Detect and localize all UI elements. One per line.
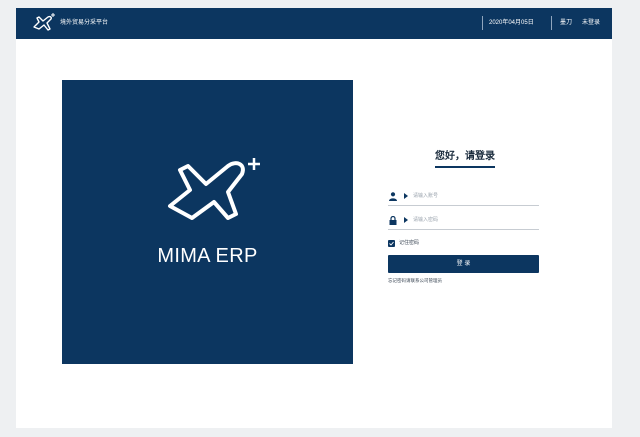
caret-right-icon: [404, 193, 408, 199]
airplane-logo-icon: [33, 13, 55, 31]
login-status-link[interactable]: 未登录: [582, 18, 600, 29]
password-field[interactable]: 请输入密码: [388, 213, 539, 230]
forgot-password-text: 忘记密码请联系公司管理员: [388, 278, 442, 283]
current-date: 2020年04月05日: [489, 20, 534, 26]
brand-panel: MIMA ERP: [62, 80, 353, 364]
divider: [551, 16, 552, 30]
divider: [482, 16, 483, 30]
account-input[interactable]: 请输入账号: [413, 192, 438, 201]
remember-checkbox[interactable]: [388, 240, 395, 247]
airplane-plus-logo-icon: [168, 158, 260, 220]
user-icon: [389, 192, 397, 201]
login-title: 您好，请登录: [435, 151, 495, 162]
platform-name: 境外贸易分采平台: [60, 20, 109, 26]
title-underline: [435, 166, 495, 168]
remember-label: 记住密码: [399, 240, 420, 246]
brand-name: MIMA ERP: [157, 245, 258, 267]
caret-right-icon: [404, 217, 408, 223]
top-bar: 境外贸易分采平台 2020年04月05日 墨刀 未登录: [16, 8, 612, 39]
help-link[interactable]: 墨刀: [560, 18, 572, 29]
account-field[interactable]: 请输入账号: [388, 189, 539, 206]
password-input[interactable]: 请输入密码: [413, 216, 438, 225]
lock-icon: [389, 216, 397, 225]
checkmark-icon: [389, 241, 394, 246]
login-button[interactable]: 登 录: [388, 255, 539, 273]
